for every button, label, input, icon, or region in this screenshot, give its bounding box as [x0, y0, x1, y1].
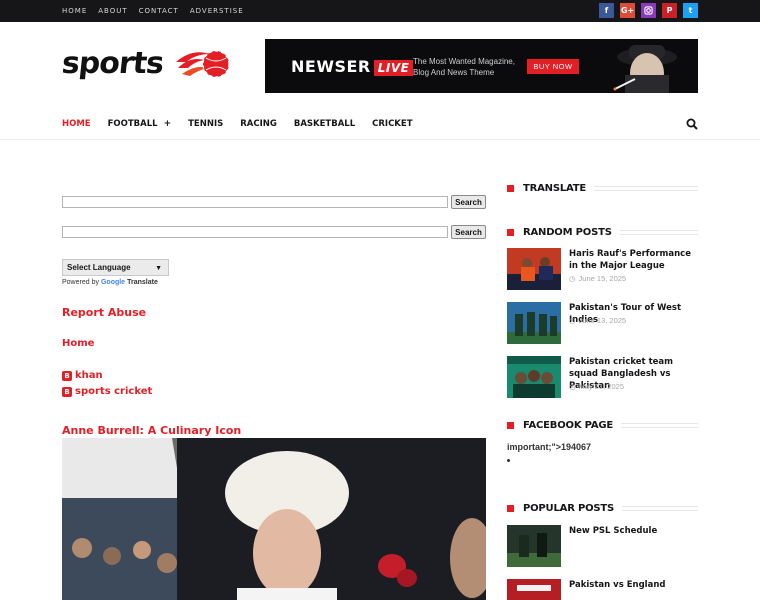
post-thumbnail[interactable]	[507, 356, 561, 398]
nav-racing[interactable]: RACING	[240, 119, 277, 129]
top-nav-contact[interactable]: CONTACT	[139, 7, 179, 15]
post-title-link[interactable]: Haris Rauf's Performance in the Major Le…	[569, 248, 698, 272]
post-date: ◷ June 15, 2025	[569, 274, 627, 283]
author-link-sports-cricket[interactable]: B sports cricket	[62, 386, 152, 397]
nav-home[interactable]: HOME	[62, 119, 91, 129]
search-button-2[interactable]: Search	[451, 225, 486, 239]
search-button-1[interactable]: Search	[451, 195, 486, 209]
facebook-page-title: FACEBOOK PAGE	[507, 419, 698, 431]
clock-icon: ◷	[569, 316, 576, 325]
dropdown-arrow-icon: ▼	[155, 265, 162, 272]
header-ad-banner[interactable]: NEWSER LIVE The Most Wanted Magazine, Blo…	[265, 39, 698, 93]
top-nav-home[interactable]: HOME	[62, 7, 87, 15]
search-form-1: Search	[62, 195, 486, 209]
list-bullet	[507, 459, 510, 462]
nav-tennis[interactable]: TENNIS	[188, 119, 223, 129]
facebook-icon[interactable]: f	[599, 3, 614, 18]
google-logo: Google	[100, 279, 126, 286]
nav-cricket[interactable]: CRICKET	[372, 119, 412, 129]
expand-plus-icon[interactable]: +	[164, 119, 172, 129]
post-title-link[interactable]: Pakistan vs England	[569, 579, 698, 591]
pinterest-icon[interactable]: P	[662, 3, 677, 18]
translate-widget-title: TRANSLATE	[507, 182, 698, 194]
clock-icon: ◷	[569, 274, 576, 283]
social-links: f G+ P t	[599, 3, 698, 18]
top-nav: HOME ABOUT CONTACT ADVERSTISE	[62, 0, 255, 22]
report-abuse-heading[interactable]: Report Abuse	[62, 306, 146, 319]
top-nav-advertise[interactable]: ADVERSTISE	[190, 7, 244, 15]
banner-brand: NEWSER LIVE	[291, 57, 414, 76]
home-link[interactable]: Home	[62, 338, 94, 349]
post-thumbnail[interactable]	[507, 302, 561, 344]
banner-tagline: The Most Wanted Magazine, Blog And News …	[413, 57, 515, 77]
language-select[interactable]: Select Language ▼	[62, 259, 169, 276]
post-thumbnail[interactable]	[507, 248, 561, 290]
main-nav: HOME FOOTBALL + TENNIS RACING BASKETBALL …	[0, 108, 760, 140]
flaming-ball-logo-icon	[176, 50, 230, 78]
post-title-link[interactable]: New PSL Schedule	[569, 525, 698, 537]
post-date: ◷ June 13, 2025	[569, 316, 627, 325]
post-date: ◷ May 21, 2025	[569, 382, 624, 391]
search-form-2: Search	[62, 225, 486, 239]
top-bar: HOME ABOUT CONTACT ADVERSTISE f G+ P t	[0, 0, 760, 22]
twitter-icon[interactable]: t	[683, 3, 698, 18]
post-featured-image[interactable]	[62, 438, 486, 600]
post-thumbnail[interactable]	[507, 579, 561, 600]
random-post-item[interactable]: Haris Rauf's Performance in the Major Le…	[507, 248, 698, 292]
search-icon[interactable]	[686, 118, 698, 130]
top-nav-about[interactable]: ABOUT	[98, 7, 127, 15]
instagram-icon[interactable]	[641, 3, 656, 18]
blogger-icon: B	[62, 370, 72, 381]
facebook-widget-text: important;">194067	[507, 442, 592, 452]
site-logo[interactable]: sports	[60, 44, 230, 86]
clock-icon: ◷	[569, 382, 576, 391]
random-post-item[interactable]: Pakistan's Tour of West Indies ◷ June 13,…	[507, 302, 698, 346]
google-translate-link[interactable]: Translate	[127, 279, 158, 286]
popular-post-item[interactable]: Pakistan vs England	[507, 579, 698, 600]
blogger-icon: B	[62, 386, 72, 397]
google-plus-icon[interactable]: G+	[620, 3, 635, 18]
author-link-khan[interactable]: B khan	[62, 370, 103, 381]
random-post-item[interactable]: Pakistan cricket team squad Bangladesh v…	[507, 356, 698, 400]
search-input-1[interactable]	[62, 196, 448, 208]
post-title[interactable]: Anne Burrell: A Culinary Icon	[62, 424, 241, 437]
popular-post-item[interactable]: New PSL Schedule	[507, 525, 698, 569]
popular-posts-title: POPULAR POSTS	[507, 502, 698, 514]
search-input-2[interactable]	[62, 226, 448, 238]
banner-man-image	[585, 39, 698, 93]
nav-basketball[interactable]: BASKETBALL	[294, 119, 355, 129]
post-thumbnail[interactable]	[507, 525, 561, 567]
banner-buy-now-button[interactable]: BUY NOW	[527, 59, 579, 74]
powered-by-google: Powered by Google Translate	[62, 279, 158, 286]
random-posts-title: RANDOM POSTS	[507, 226, 698, 238]
logo-text: sports	[60, 46, 165, 81]
nav-football[interactable]: FOOTBALL +	[108, 119, 172, 129]
